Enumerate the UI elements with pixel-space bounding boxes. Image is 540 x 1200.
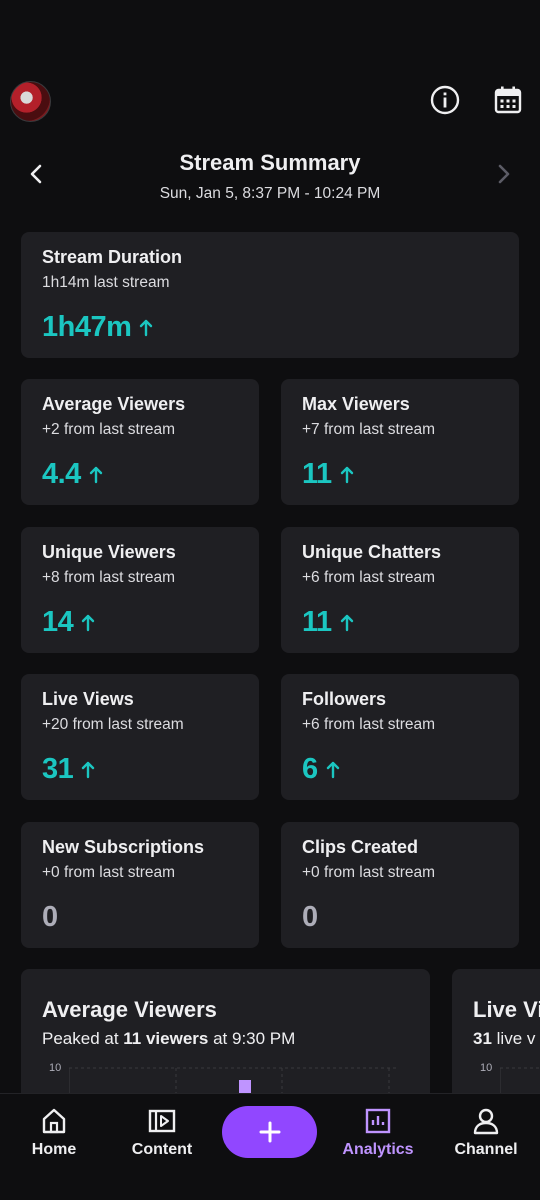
stat-comparison: +8 from last stream [42,569,176,586]
stat-card-max-viewers[interactable]: Max Viewers +7 from last stream 11 [281,379,519,505]
arrow-up-icon [89,466,103,483]
stat-comparison: +0 from last stream [42,864,176,881]
bottom-nav: Home Content Analytics Channel [0,1093,540,1200]
stat-value: 11 [302,458,332,490]
nav-content[interactable]: Content [112,1106,212,1159]
stat-title: Average Viewers [42,394,186,414]
stat-title: Clips Created [302,837,419,857]
stat-card-unique-viewers[interactable]: Unique Viewers +8 from last stream 14 [21,527,259,653]
stat-comparison: +0 from last stream [302,864,436,881]
nav-analytics[interactable]: Analytics [328,1106,428,1159]
arrow-up-icon [340,466,353,483]
arrow-up-icon [82,614,95,631]
stat-title: Unique Viewers [42,542,176,562]
stat-card-average-viewers[interactable]: Average Viewers +2 from last stream 4.4 [21,379,259,505]
graph-peak-summary: Peaked at 11 viewers at 9:30 PM [42,1029,409,1049]
graph-summary: 31 live v [473,1029,540,1049]
stat-title: Followers [302,689,387,709]
stat-card-live-views[interactable]: Live Views +20 from last stream 31 [21,674,259,800]
video-library-icon [148,1109,176,1133]
nav-home[interactable]: Home [4,1106,104,1159]
y-axis-tick: 10 [480,1062,493,1074]
stat-value: 6 [302,753,318,785]
nav-channel[interactable]: Channel [436,1106,536,1159]
graph-title: Average Viewers [42,997,217,1022]
calendar-icon[interactable] [491,83,525,117]
chevron-right-icon[interactable] [490,160,518,188]
stat-value: 31 [42,753,74,785]
stream-summary-screen: Stream Summary Sun, Jan 5, 8:37 PM - 10:… [0,0,540,1200]
nav-channel-label: Channel [454,1141,518,1158]
user-icon [473,1108,499,1135]
info-icon[interactable] [428,83,462,117]
arrow-up-icon [82,761,95,778]
stat-title: New Subscriptions [42,837,205,857]
nav-content-label: Content [131,1141,193,1158]
home-icon [42,1108,66,1134]
arrow-up-icon [326,761,339,778]
stat-comparison: +7 from last stream [302,421,436,438]
stat-card-stream-duration[interactable]: Stream Duration 1h14m last stream 1h47m [21,232,519,358]
stat-title: Unique Chatters [302,542,442,562]
stat-comparison: 1h14m last stream [42,274,170,291]
stat-value: 1h47m [42,311,132,343]
arrow-up-icon [140,319,153,336]
stat-comparison: +6 from last stream [302,716,436,733]
stat-value: 14 [42,606,74,638]
y-axis-tick: 10 [49,1062,62,1074]
stat-value: 11 [302,606,332,638]
stat-value: 0 [302,901,318,933]
stat-comparison: +6 from last stream [302,569,436,586]
stat-comparison: +2 from last stream [42,421,176,438]
plus-icon [259,1121,280,1143]
graph-card-live-views[interactable]: Live Vi 31 live v 10 [452,969,540,1109]
arrow-up-icon [340,614,353,631]
stat-title: Max Viewers [302,394,410,414]
stream-date-range: Sun, Jan 5, 8:37 PM - 10:24 PM [159,185,381,202]
page-title: Stream Summary [179,150,361,175]
graph-peak-prefix: Peaked at [42,1029,124,1048]
graph-card-average-viewers[interactable]: Average Viewers Peaked at 11 viewers at … [21,969,430,1109]
stat-title: Stream Duration [42,247,183,267]
graph-peak-value: 11 viewers [123,1029,209,1048]
graph-total-suffix: live v [491,1029,536,1048]
nav-analytics-label: Analytics [342,1141,414,1158]
stat-value: 4.4 [42,458,81,490]
avatar[interactable] [10,81,51,122]
stat-card-clips-created[interactable]: Clips Created +0 from last stream 0 [281,822,519,948]
analytics-icon [365,1108,391,1134]
stat-card-new-subscriptions[interactable]: New Subscriptions +0 from last stream 0 [21,822,259,948]
graph-title: Live Vi [473,997,540,1022]
stat-comparison: +20 from last stream [42,716,184,733]
stat-card-followers[interactable]: Followers +6 from last stream 6 [281,674,519,800]
stat-card-unique-chatters[interactable]: Unique Chatters +6 from last stream 11 [281,527,519,653]
create-button[interactable] [222,1106,317,1158]
graph-peak-suffix: at 9:30 PM [208,1029,296,1048]
stat-value: 0 [42,901,58,933]
stat-title: Live Views [42,689,134,709]
graph-total-value: 31 [473,1029,492,1048]
nav-home-label: Home [31,1141,77,1158]
